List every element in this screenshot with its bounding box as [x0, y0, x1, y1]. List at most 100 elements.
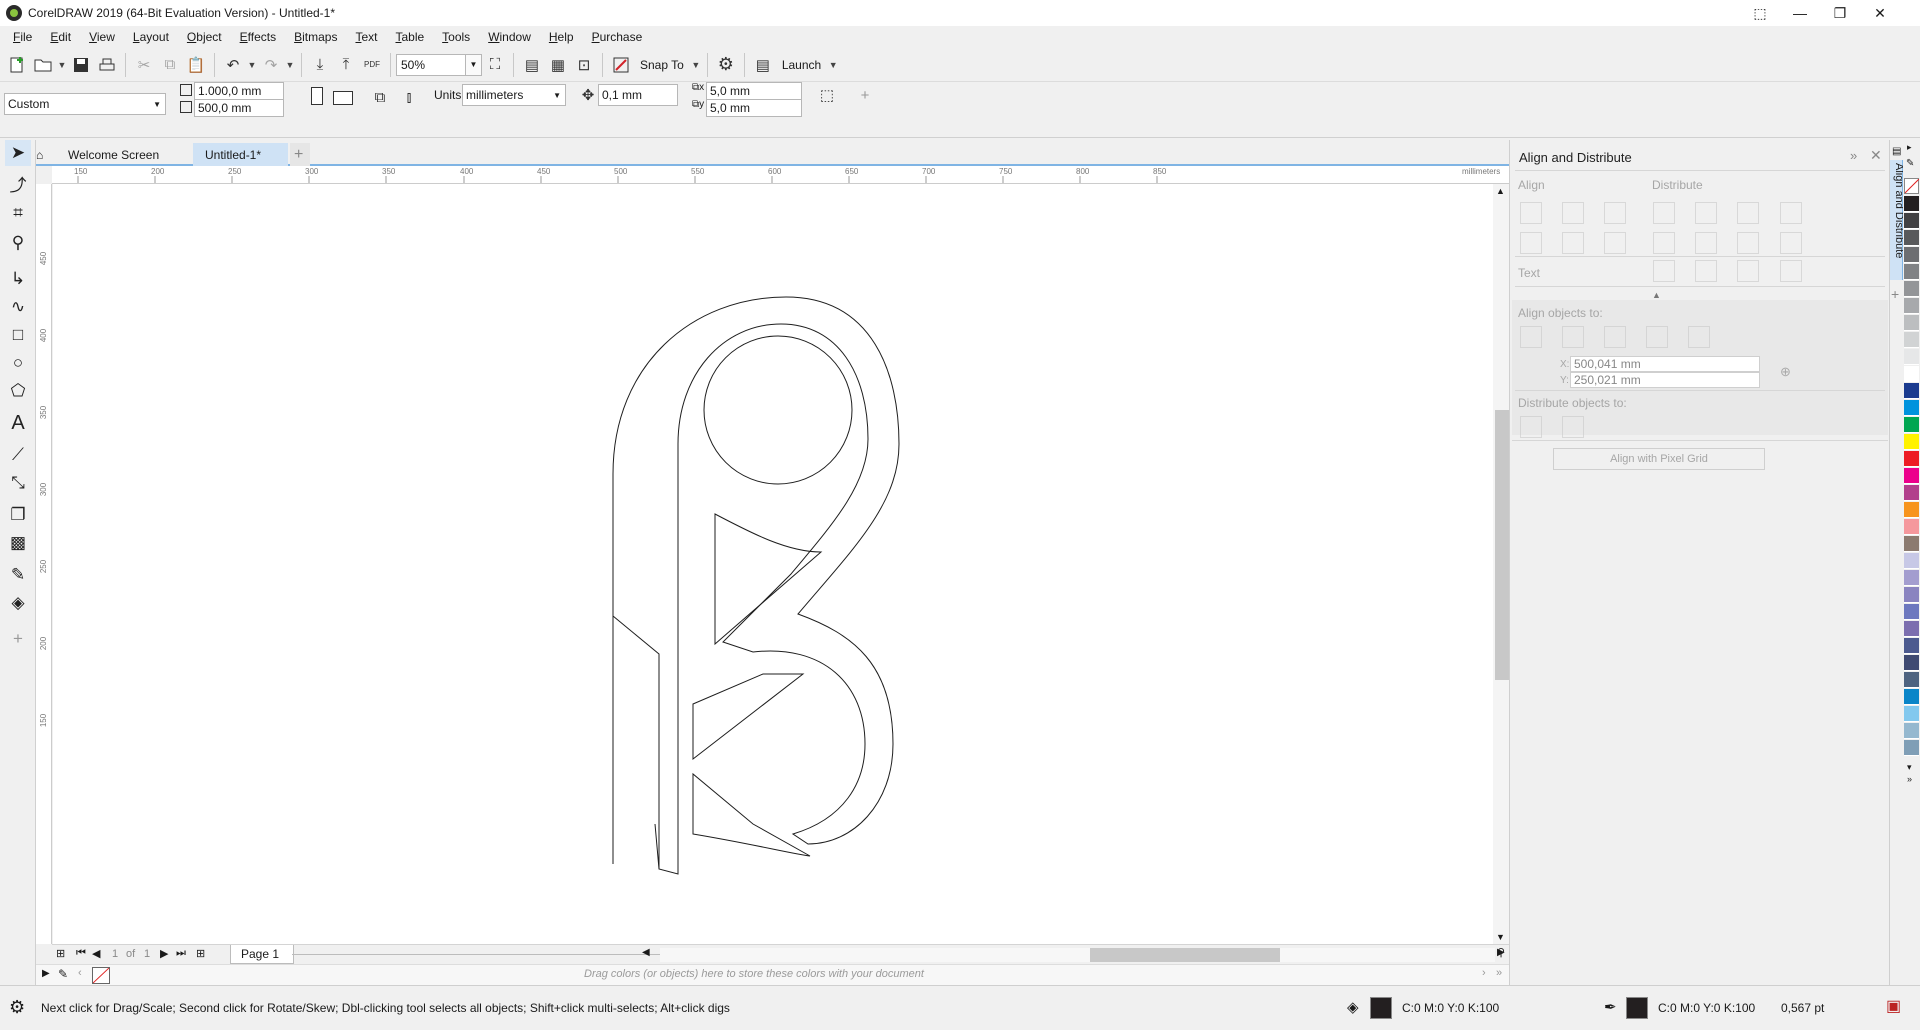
distribute-right-icon[interactable]: [1737, 202, 1759, 224]
shape-tool-icon[interactable]: ⤴: [5, 170, 31, 196]
rectangle-tool-icon[interactable]: □: [5, 322, 31, 348]
tab-untitled-1[interactable]: Untitled-1*: [193, 143, 288, 166]
vertical-ruler[interactable]: 450 400 350 300 250 200 150: [36, 184, 52, 944]
x-coordinate-field[interactable]: 500,041 mm: [1570, 356, 1760, 372]
undo-icon[interactable]: ↶: [220, 52, 246, 78]
color-swatch[interactable]: [1904, 417, 1919, 433]
close-button[interactable]: ✕: [1860, 0, 1900, 26]
color-swatch[interactable]: [1904, 332, 1919, 348]
dimension-tool-icon[interactable]: ⟋: [5, 442, 31, 468]
color-swatch[interactable]: [1904, 383, 1919, 399]
document-palette[interactable]: ▶ ✎ ‹ Drag colors (or objects) here to s…: [36, 964, 1509, 985]
options-gear-icon[interactable]: ⚙: [713, 52, 739, 78]
open-folder-icon[interactable]: [30, 52, 56, 78]
home-icon[interactable]: ⌂: [36, 143, 54, 166]
distribute-to-page-icon[interactable]: [1562, 416, 1584, 438]
paste-icon[interactable]: 📋: [183, 52, 209, 78]
previous-page-icon[interactable]: ◀: [92, 947, 100, 960]
landscape-icon[interactable]: [333, 91, 353, 105]
artistic-media-tool-icon[interactable]: ∿: [5, 294, 31, 320]
align-center-v-icon[interactable]: [1562, 232, 1584, 254]
palette-expand-icon[interactable]: »: [1907, 774, 1912, 784]
new-document-icon[interactable]: [4, 52, 30, 78]
menu-bitmaps[interactable]: Bitmaps: [285, 30, 346, 44]
distribute-to-selection-icon[interactable]: [1520, 416, 1542, 438]
menu-tools[interactable]: Tools: [433, 30, 479, 44]
align-pixel-grid-button[interactable]: Align with Pixel Grid: [1553, 448, 1765, 470]
color-swatch[interactable]: [1904, 485, 1919, 501]
page-edge-icon[interactable]: [1562, 326, 1584, 348]
launch-dropdown-icon[interactable]: ▼: [827, 60, 839, 70]
restore-button[interactable]: ❐: [1820, 0, 1860, 26]
vertical-scroll-thumb[interactable]: [1495, 410, 1509, 680]
color-swatch[interactable]: [1904, 298, 1919, 314]
no-color-swatch[interactable]: [1904, 178, 1920, 194]
crop-tool-icon[interactable]: ⌗: [5, 200, 31, 226]
align-top-icon[interactable]: [1520, 232, 1542, 254]
duplicate-distance-y-field[interactable]: 5,0 mm: [706, 99, 802, 117]
align-right-icon[interactable]: [1604, 202, 1626, 224]
color-swatch[interactable]: [1904, 740, 1919, 756]
color-swatch[interactable]: [1904, 587, 1919, 603]
add-toolbar-icon[interactable]: +: [852, 82, 878, 108]
horizontal-scrollbar[interactable]: [660, 948, 1495, 962]
color-swatch[interactable]: [1904, 519, 1919, 535]
scroll-palette-right-icon[interactable]: ›: [1482, 967, 1486, 979]
connector-tool-icon[interactable]: ⤡: [5, 470, 31, 496]
color-proof-icon[interactable]: ▣: [1886, 996, 1901, 1016]
distribute-bottom-icon[interactable]: [1737, 232, 1759, 254]
snap-to-label[interactable]: Snap To: [634, 58, 690, 72]
color-swatch[interactable]: [1904, 434, 1919, 450]
text-first-baseline-icon[interactable]: [1653, 260, 1675, 282]
text-bounding-box-icon[interactable]: [1737, 260, 1759, 282]
menu-edit[interactable]: Edit: [41, 30, 80, 44]
align-left-icon[interactable]: [1520, 202, 1542, 224]
distribute-left-icon[interactable]: [1653, 202, 1675, 224]
all-pages-icon[interactable]: ⧉: [367, 84, 393, 110]
publish-pdf-icon[interactable]: PDF: [359, 52, 385, 78]
color-swatch[interactable]: [1904, 366, 1919, 382]
portrait-icon[interactable]: [311, 87, 323, 105]
outline-color-swatch[interactable]: [1626, 997, 1648, 1019]
horizontal-scroll-thumb[interactable]: [1090, 948, 1280, 962]
color-swatch[interactable]: [1904, 451, 1919, 467]
text-last-baseline-icon[interactable]: [1695, 260, 1717, 282]
treat-as-filled-icon[interactable]: ⬚: [814, 82, 840, 108]
print-icon[interactable]: [94, 52, 120, 78]
menu-purchase[interactable]: Purchase: [583, 30, 652, 44]
color-swatch[interactable]: [1904, 672, 1919, 688]
page-1-tab[interactable]: Page 1: [230, 945, 295, 964]
cut-icon[interactable]: ✂: [131, 52, 157, 78]
no-color-swatch[interactable]: [92, 967, 110, 984]
scroll-up-icon[interactable]: ▲: [1496, 186, 1505, 196]
text-tool-icon[interactable]: A: [5, 410, 31, 436]
color-swatch[interactable]: [1904, 264, 1919, 280]
specified-point-icon[interactable]: [1688, 326, 1710, 348]
page-height-field[interactable]: 500,0 mm: [194, 99, 284, 117]
palette-eyedropper-icon[interactable]: ✎: [1906, 158, 1914, 169]
color-swatch[interactable]: [1904, 196, 1919, 212]
color-swatch[interactable]: [1904, 349, 1919, 365]
outline-alignment-icon[interactable]: [1780, 260, 1802, 282]
color-swatch[interactable]: [1904, 706, 1919, 722]
y-coordinate-field[interactable]: 250,021 mm: [1570, 372, 1760, 388]
redo-icon[interactable]: ↷: [258, 52, 284, 78]
add-page-after-icon[interactable]: ⊞: [196, 947, 205, 960]
palette-expand-icon[interactable]: »: [1496, 967, 1502, 979]
show-grid-icon[interactable]: ▦: [545, 52, 571, 78]
align-center-h-icon[interactable]: [1562, 202, 1584, 224]
add-page-before-icon[interactable]: ⊞: [56, 947, 65, 960]
menu-layout[interactable]: Layout: [124, 30, 178, 44]
color-swatch[interactable]: [1904, 536, 1919, 552]
minimize-button[interactable]: —: [1780, 0, 1820, 26]
scroll-left-icon[interactable]: ◀: [642, 947, 650, 958]
launch-icon[interactable]: ▤: [750, 52, 776, 78]
launch-label[interactable]: Launch: [776, 58, 827, 72]
export-icon[interactable]: ⤒: [333, 52, 359, 78]
palette-scroll-down-icon[interactable]: ▾: [1907, 762, 1912, 773]
page-width-field[interactable]: 1.000,0 mm: [194, 82, 284, 100]
target-icon[interactable]: ⊕: [1780, 364, 1791, 380]
drop-shadow-tool-icon[interactable]: ❐: [5, 502, 31, 528]
color-swatch[interactable]: [1904, 604, 1919, 620]
color-swatch[interactable]: [1904, 400, 1919, 416]
